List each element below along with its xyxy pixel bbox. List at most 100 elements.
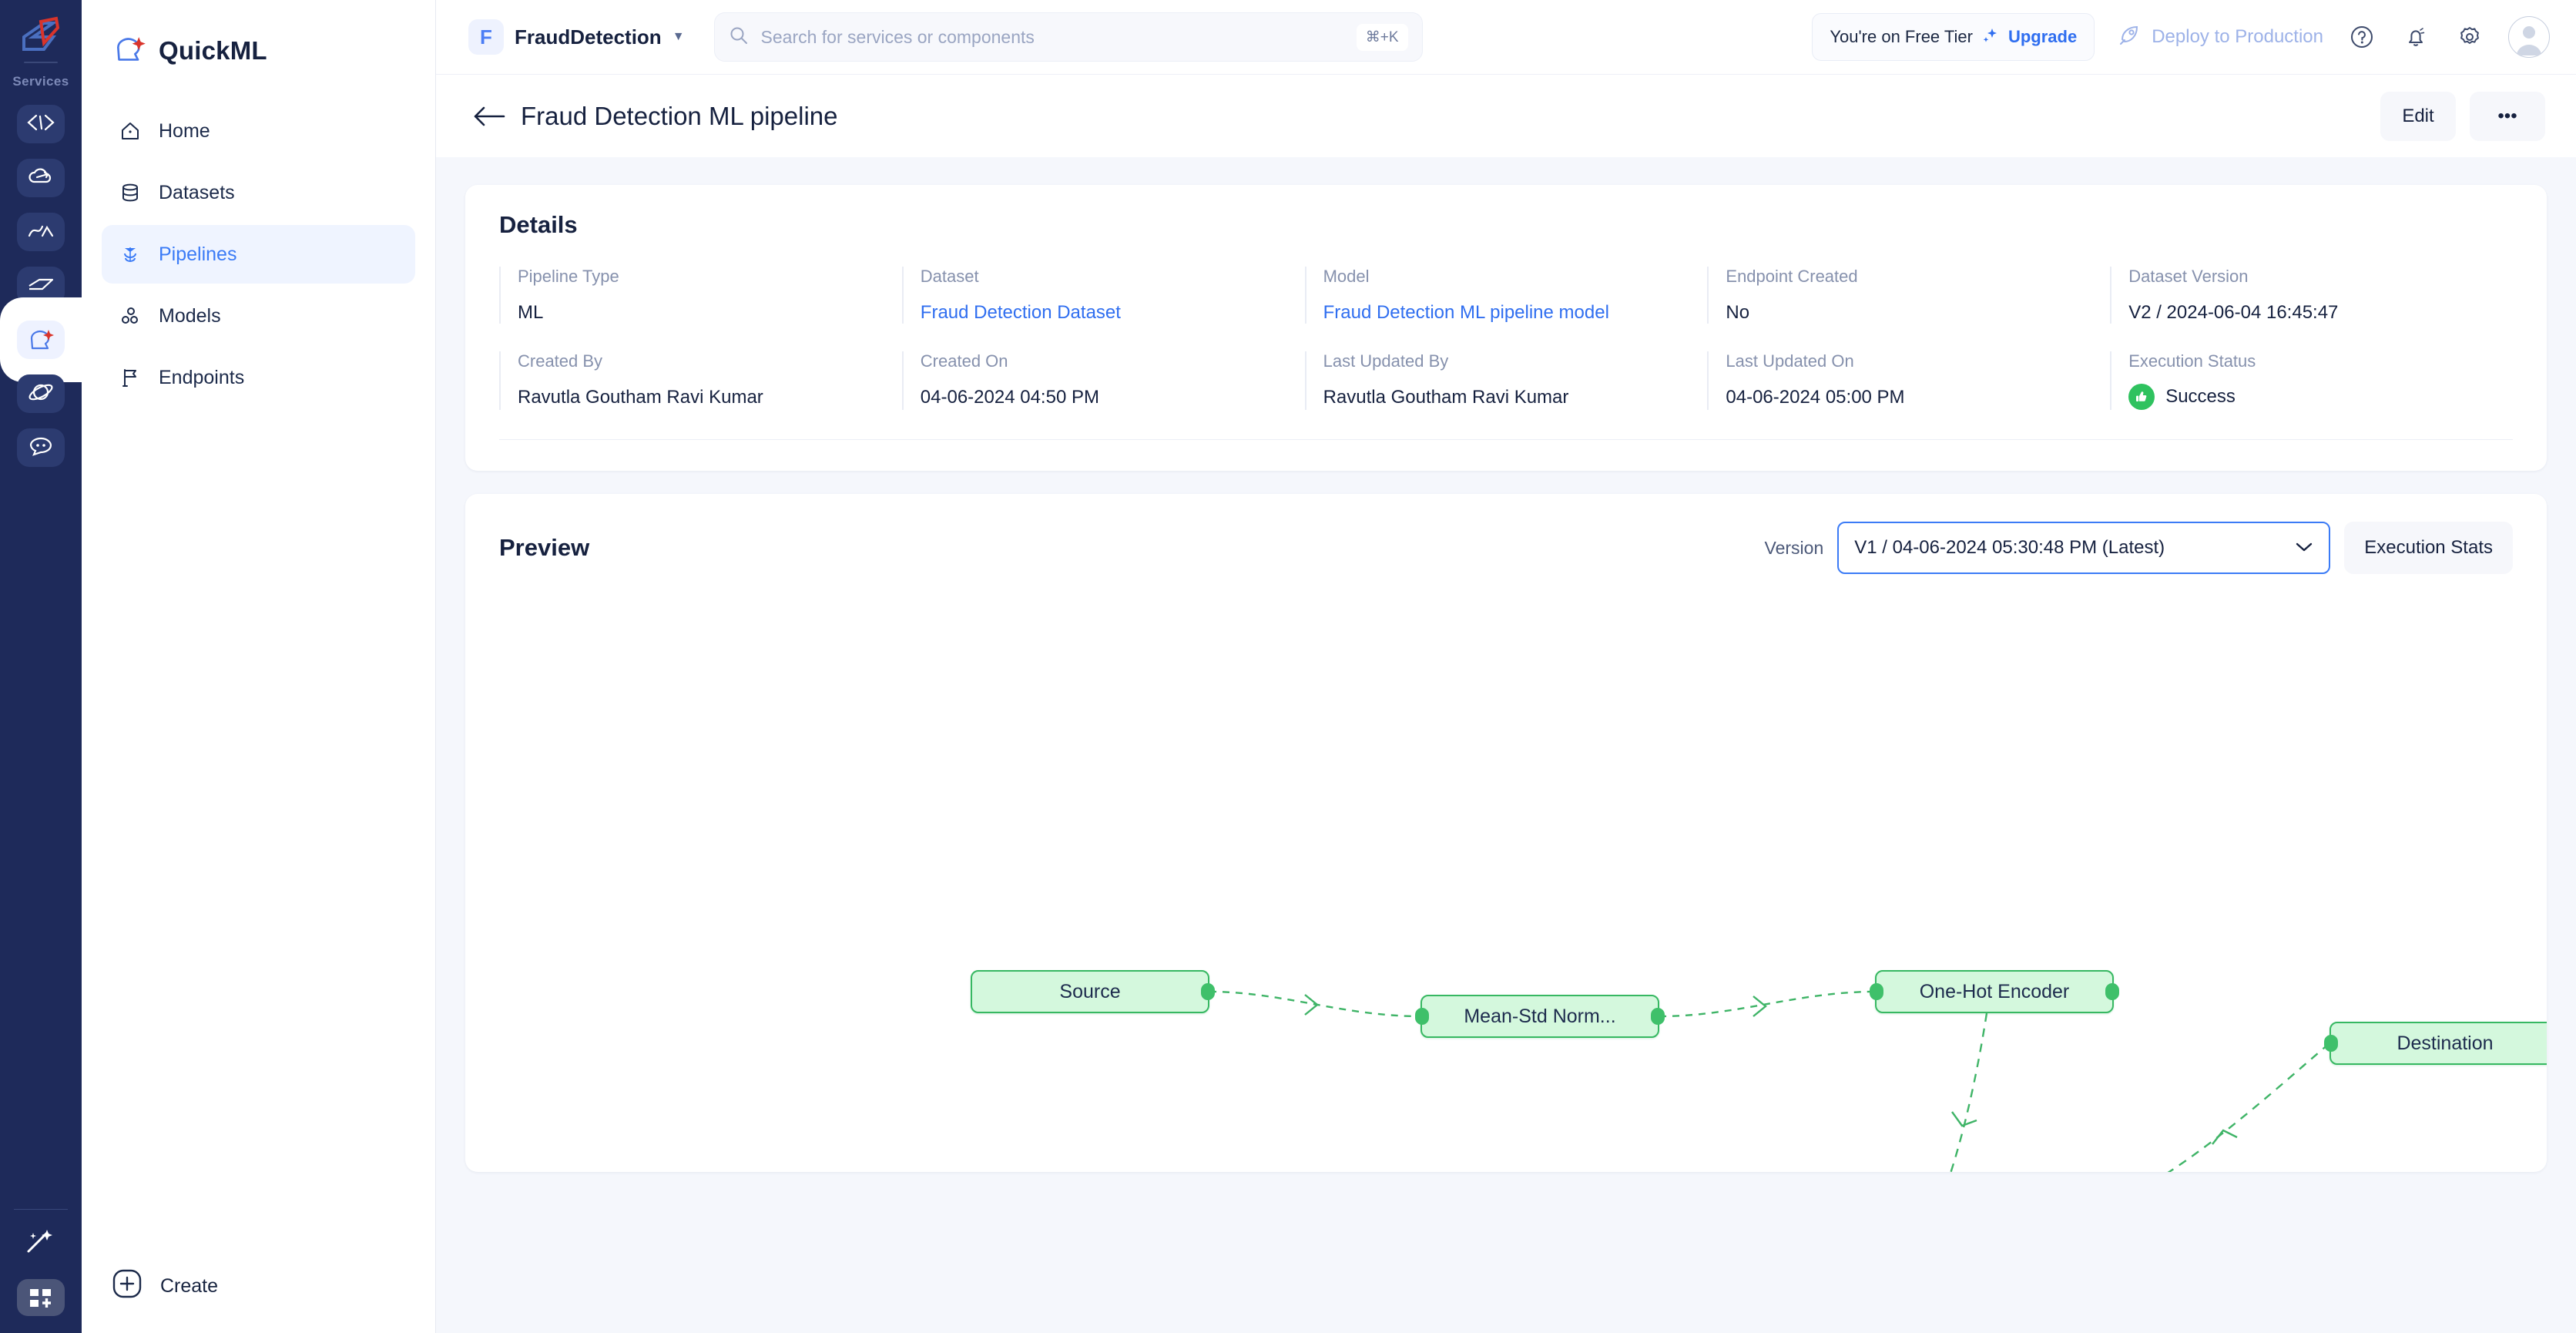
create-button[interactable]: Create (112, 1269, 218, 1304)
workspace-switcher[interactable]: F FraudDetection ▼ (468, 19, 685, 55)
field-label: Created By (518, 351, 603, 371)
sidebar-item-label: Models (159, 304, 221, 327)
avatar[interactable] (2508, 16, 2550, 58)
chat-bot-icon (27, 436, 55, 460)
pipeline-canvas[interactable]: Source Mean-Std Norm... One-Hot Encoder … (465, 594, 2547, 1172)
search-icon (729, 25, 749, 49)
node-handle-right[interactable] (2105, 983, 2119, 1000)
page-header: Fraud Detection ML pipeline Edit ••• (436, 74, 2576, 157)
execution-stats-button[interactable]: Execution Stats (2344, 522, 2513, 574)
free-tier-chip[interactable]: You're on Free Tier Upgrade (1812, 13, 2095, 61)
pipeline-node-source[interactable]: Source (971, 970, 1215, 1013)
dataset-link[interactable]: Fraud Detection Dataset (921, 302, 1305, 324)
rail-item-cloud[interactable] (17, 159, 65, 197)
help-icon[interactable] (2346, 22, 2377, 52)
rail-item-analytics[interactable] (17, 213, 65, 251)
content-area: Details Pipeline Type ML Dataset Fraud D… (436, 157, 2576, 1333)
details-row-2: Created By Ravutla Goutham Ravi Kumar Cr… (499, 351, 2513, 410)
models-icon (119, 304, 142, 327)
version-select[interactable]: V1 / 04-06-2024 05:30:48 PM (Latest) (1837, 522, 2331, 574)
rail-item-quickml[interactable] (0, 297, 99, 382)
quickml-sidebar: QuickML Home Datasets Pipelines Models E… (82, 0, 436, 1333)
page-header-actions: Edit ••• (2380, 91, 2545, 141)
node-label: Source (1059, 980, 1121, 1002)
field-value: ML (518, 302, 544, 323)
field-value: 04-06-2024 04:50 PM (920, 387, 1099, 408)
orbit-icon (27, 382, 55, 406)
field-last-updated-by: Last Updated By Ravutla Goutham Ravi Kum… (1304, 351, 1708, 410)
sidebar-item-models[interactable]: Models (102, 287, 415, 345)
upgrade-link[interactable]: Upgrade (2008, 27, 2077, 47)
thumbs-up-icon (2128, 384, 2155, 410)
pipeline-node-mean-std-norm[interactable]: Mean-Std Norm... (1415, 995, 1665, 1038)
rail-services-label: Services (12, 74, 69, 89)
preview-header: Preview Version V1 / 04-06-2024 05:30:48… (499, 522, 2513, 574)
zoho-logo[interactable] (18, 14, 64, 57)
tier-label: You're on Free Tier (1830, 27, 1973, 46)
sidebar-item-endpoints[interactable]: Endpoints (102, 348, 415, 407)
node-label: Destination (2397, 1032, 2494, 1054)
field-value: Ravutla Goutham Ravi Kumar (518, 387, 763, 408)
rail-item-orbit[interactable] (17, 374, 65, 413)
deploy-label: Deploy to Production (2152, 26, 2323, 47)
plus-circle-icon (112, 1269, 142, 1304)
field-label: Created On (920, 351, 1008, 371)
details-card: Details Pipeline Type ML Dataset Fraud D… (465, 185, 2547, 471)
sidebar-brand-label: QuickML (159, 36, 267, 65)
magic-wand-icon[interactable] (22, 1222, 59, 1259)
main-area: F FraudDetection ▼ ⌘+K You're on Free Ti… (436, 0, 2576, 1333)
sidebar-item-label: Endpoints (159, 366, 245, 388)
node-label: One-Hot Encoder (1919, 980, 2070, 1002)
cloud-arrow-icon (27, 166, 55, 190)
field-label: Model (1323, 267, 1370, 286)
sidebar-brand[interactable]: QuickML (82, 0, 435, 102)
rocket-icon (2118, 23, 2141, 52)
arrow-left-icon[interactable] (470, 98, 507, 135)
sidebar-nav: Home Datasets Pipelines Models Endpoints (82, 102, 435, 407)
edit-button[interactable]: Edit (2380, 91, 2456, 141)
field-execution-status: Execution Status Success (2110, 351, 2513, 410)
apps-grid-icon[interactable] (17, 1279, 65, 1316)
version-controls: Version V1 / 04-06-2024 05:30:48 PM (Lat… (1765, 522, 2513, 574)
sidebar-item-home[interactable]: Home (102, 102, 415, 160)
chevron-down-icon (2295, 540, 2313, 556)
pipeline-node-one-hot-encoder[interactable]: One-Hot Encoder (1870, 970, 2119, 1013)
field-pipeline-type: Pipeline Type ML (499, 267, 902, 324)
search-bar[interactable]: ⌘+K (713, 12, 1423, 62)
sidebar-item-pipelines[interactable]: Pipelines (102, 225, 415, 284)
version-label: Version (1764, 537, 1824, 558)
sidebar-item-datasets[interactable]: Datasets (102, 163, 415, 222)
search-input[interactable] (760, 26, 1344, 48)
more-options-button[interactable]: ••• (2470, 91, 2545, 141)
status-badge: Success (2128, 384, 2513, 410)
deploy-to-production-button[interactable]: Deploy to Production (2118, 23, 2323, 52)
node-handle-left[interactable] (2324, 1035, 2338, 1052)
model-link[interactable]: Fraud Detection ML pipeline model (1323, 302, 1708, 324)
field-label: Execution Status (2128, 351, 2256, 371)
pipeline-edges (1209, 990, 2330, 1172)
workspace-avatar: F (468, 19, 504, 55)
field-label: Last Updated By (1323, 351, 1449, 371)
page-title: Fraud Detection ML pipeline (521, 101, 838, 130)
create-label: Create (160, 1275, 219, 1297)
node-handle-left[interactable] (1870, 983, 1883, 1000)
workspace-name: FraudDetection (515, 25, 662, 49)
rail-item-chatbot[interactable] (17, 428, 65, 467)
node-handle-right[interactable] (1201, 983, 1215, 1000)
gear-icon[interactable] (2454, 22, 2485, 52)
field-value: V2 / 2024-06-04 16:45:47 (2128, 302, 2339, 323)
field-dataset-version: Dataset Version V2 / 2024-06-04 16:45:47 (2110, 267, 2513, 324)
bell-icon[interactable] (2400, 22, 2431, 52)
sidebar-item-label: Pipelines (159, 243, 237, 265)
node-handle-right[interactable] (1651, 1008, 1665, 1025)
field-value: Ravutla Goutham Ravi Kumar (1323, 387, 1569, 408)
services-rail: Services (0, 0, 99, 1333)
code-icon (27, 113, 55, 136)
version-selected-value: V1 / 04-06-2024 05:30:48 PM (Latest) (1854, 537, 2165, 558)
rail-item-code[interactable] (17, 105, 65, 143)
pipeline-node-destination[interactable]: Destination (2324, 1022, 2547, 1065)
field-model: Model Fraud Detection ML pipeline model (1304, 267, 1708, 324)
node-label: Mean-Std Norm... (1464, 1005, 1616, 1027)
node-handle-left[interactable] (1415, 1008, 1429, 1025)
quickml-icon (17, 321, 65, 359)
